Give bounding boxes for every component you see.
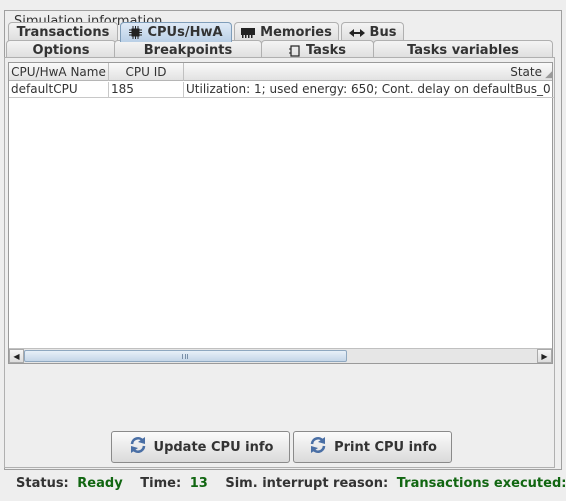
- tab-bus[interactable]: Bus: [341, 22, 404, 42]
- tab-memories[interactable]: Memories: [234, 22, 339, 42]
- table-row[interactable]: defaultCPU 185 Utilization: 1; used ener…: [9, 82, 554, 98]
- sort-icon: ◢: [545, 70, 552, 80]
- chip-icon: [129, 26, 143, 39]
- scroll-left-button[interactable]: ◀: [9, 349, 24, 363]
- cell-state: Utilization: 1; used energy: 650; Cont. …: [184, 82, 554, 98]
- double-arrow-icon: [348, 28, 365, 38]
- cpu-panel: CPU/HwA Name CPU ID State ◢ defaultCPU 1…: [4, 57, 555, 468]
- refresh-icon: [308, 435, 328, 459]
- task-icon: [288, 44, 301, 57]
- status-value: Ready: [77, 476, 123, 491]
- triangle-right-icon: ▶: [541, 351, 548, 361]
- horizontal-scrollbar[interactable]: ◀ ▶: [9, 348, 552, 363]
- memory-icon: [241, 27, 256, 38]
- time-value: 13: [189, 476, 208, 491]
- table-header: CPU/HwA Name CPU ID State ◢: [9, 63, 552, 81]
- scroll-right-button[interactable]: ▶: [537, 349, 552, 363]
- interrupt-value: Transactions executed: 1: [396, 476, 566, 491]
- tab-transactions[interactable]: Transactions: [8, 22, 118, 42]
- time-label: Time:: [140, 476, 182, 491]
- status-bar: Status: Ready Time: 13 Sim. interrupt re…: [16, 476, 566, 491]
- cell-name: defaultCPU: [9, 82, 109, 98]
- scroll-thumb[interactable]: [24, 350, 347, 362]
- update-cpu-info-button[interactable]: Update CPU info: [111, 431, 290, 463]
- column-header-id[interactable]: CPU ID: [109, 63, 184, 81]
- refresh-icon: [128, 435, 148, 459]
- column-header-state[interactable]: State ◢: [184, 63, 554, 81]
- interrupt-label: Sim. interrupt reason:: [225, 476, 389, 491]
- status-label: Status:: [16, 476, 69, 491]
- tab-cpus-hwa[interactable]: CPUs/HwA: [120, 22, 232, 42]
- column-header-name[interactable]: CPU/HwA Name: [9, 63, 109, 81]
- cpu-table: CPU/HwA Name CPU ID State ◢ defaultCPU 1…: [8, 62, 554, 364]
- cell-id: 185: [109, 82, 184, 98]
- grip-icon: [182, 354, 188, 359]
- triangle-left-icon: ◀: [13, 351, 20, 361]
- print-cpu-info-button[interactable]: Print CPU info: [293, 431, 452, 463]
